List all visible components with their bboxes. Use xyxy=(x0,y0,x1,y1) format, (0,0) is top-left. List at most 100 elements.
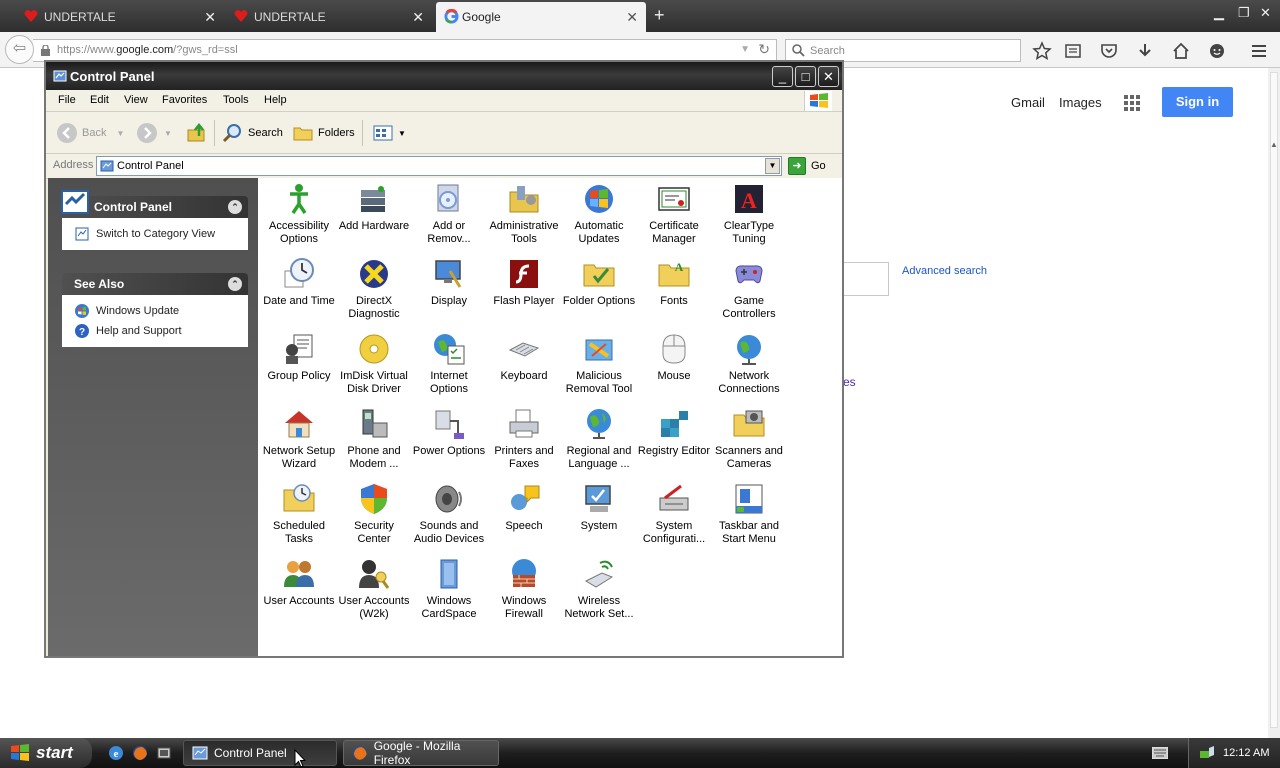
browser-tab[interactable]: UNDERTALE ✕ xyxy=(228,2,432,32)
item-security-center[interactable]: Security Center xyxy=(336,482,412,546)
item-certificate-manager[interactable]: Certificate Manager xyxy=(636,182,712,246)
go-button[interactable]: ➜ Go xyxy=(788,157,826,175)
browser-tab[interactable]: UNDERTALE ✕ xyxy=(18,2,224,32)
google-search-box[interactable] xyxy=(838,262,889,296)
menu-help[interactable]: Help xyxy=(264,94,287,106)
item-sounds-and-audio-devices[interactable]: Sounds and Audio Devices xyxy=(411,482,487,546)
item-imdisk-virtual-disk-driver[interactable]: ImDisk Virtual Disk Driver xyxy=(336,332,412,396)
restore-icon[interactable]: ❐ xyxy=(1238,5,1250,21)
firefox-icon[interactable] xyxy=(132,745,148,761)
taskbar-button-control-panel[interactable]: Control Panel xyxy=(183,740,337,766)
item-user-accounts-w2k[interactable]: User Accounts (W2k) xyxy=(336,557,412,621)
back-nav-button[interactable]: Back ▼ xyxy=(56,121,124,145)
item-windows-cardspace[interactable]: Windows CardSpace xyxy=(411,557,487,621)
close-button[interactable]: ✕ xyxy=(818,66,839,87)
views-button[interactable]: ▼ xyxy=(372,121,406,145)
keyboard-layout-icon[interactable] xyxy=(1152,747,1168,759)
taskbar-button-firefox[interactable]: Google - Mozilla Firefox xyxy=(343,739,499,767)
menu-icon[interactable] xyxy=(1249,41,1269,61)
see-also-header[interactable]: See Also ⌃ xyxy=(62,273,248,295)
item-wireless-network-setup[interactable]: Wireless Network Set... xyxy=(561,557,637,621)
windows-update-link[interactable]: Windows Update xyxy=(74,301,248,321)
download-icon[interactable] xyxy=(1135,41,1155,61)
item-directx-diagnostic[interactable]: DirectX Diagnostic xyxy=(336,257,412,321)
menu-favorites[interactable]: Favorites xyxy=(162,94,207,106)
ie-icon[interactable]: e xyxy=(108,745,124,761)
item-keyboard[interactable]: Keyboard xyxy=(486,332,562,383)
collapse-icon[interactable]: ⌃ xyxy=(228,200,242,214)
images-link[interactable]: Images xyxy=(1059,95,1102,110)
close-icon[interactable]: ✕ xyxy=(412,9,424,26)
item-automatic-updates[interactable]: Automatic Updates xyxy=(561,182,637,246)
item-game-controllers[interactable]: Game Controllers xyxy=(711,257,787,321)
item-scheduled-tasks[interactable]: Scheduled Tasks xyxy=(261,482,337,546)
hello-icon[interactable] xyxy=(1207,41,1227,61)
item-folder-options[interactable]: Folder Options xyxy=(561,257,637,308)
item-cleartype-tuning[interactable]: A ClearType Tuning xyxy=(711,182,787,246)
dropdown-icon[interactable]: ▼ xyxy=(740,44,750,55)
sign-in-button[interactable]: Sign in xyxy=(1162,87,1233,117)
up-folder-button[interactable] xyxy=(186,121,212,145)
close-icon[interactable]: ✕ xyxy=(204,9,216,26)
item-power-options[interactable]: Power Options xyxy=(411,407,487,458)
back-button[interactable]: ⇦ xyxy=(5,35,34,64)
item-registry-editor[interactable]: Registry Editor xyxy=(636,407,712,458)
start-button[interactable]: start xyxy=(0,738,92,768)
menu-tools[interactable]: Tools xyxy=(223,94,249,106)
item-system-configuration[interactable]: System Configurati... xyxy=(636,482,712,546)
forward-nav-button[interactable]: ▼ xyxy=(136,121,172,145)
url-bar[interactable]: https://www.google.com/?gws_rd=ssl ▼ ↻ xyxy=(33,39,777,62)
item-group-policy[interactable]: Group Policy xyxy=(261,332,337,383)
search-input[interactable]: Search xyxy=(785,39,1021,62)
item-accessibility-options[interactable]: Accessibility Options xyxy=(261,182,337,246)
item-taskbar-and-start-menu[interactable]: Taskbar and Start Menu xyxy=(711,482,787,546)
help-support-link[interactable]: ? Help and Support xyxy=(74,321,248,341)
item-network-setup-wizard[interactable]: Network Setup Wizard xyxy=(261,407,337,471)
item-regional-and-language[interactable]: Regional and Language ... xyxy=(561,407,637,471)
address-dropdown-icon[interactable]: ▼ xyxy=(765,158,780,174)
menu-view[interactable]: View xyxy=(124,94,148,106)
item-scanners-and-cameras[interactable]: Scanners and Cameras xyxy=(711,407,787,471)
bookmark-star-icon[interactable] xyxy=(1032,41,1052,61)
reading-list-icon[interactable] xyxy=(1063,41,1083,61)
pocket-icon[interactable] xyxy=(1099,41,1119,61)
item-flash-player[interactable]: Flash Player xyxy=(486,257,562,308)
menu-edit[interactable]: Edit xyxy=(90,94,109,106)
item-windows-firewall[interactable]: Windows Firewall xyxy=(486,557,562,621)
item-phone-and-modem[interactable]: Phone and Modem ... xyxy=(336,407,412,471)
back-dropdown-icon[interactable]: ▼ xyxy=(116,129,124,138)
page-scrollbar[interactable]: ▲ xyxy=(1268,68,1280,738)
collapse-icon[interactable]: ⌃ xyxy=(228,277,242,291)
folders-button[interactable]: Folders xyxy=(292,121,355,145)
item-administrative-tools[interactable]: Administrative Tools xyxy=(486,182,562,246)
item-add-hardware[interactable]: Add Hardware xyxy=(336,182,412,233)
item-add-remove-programs[interactable]: Add or Remov... xyxy=(411,182,487,246)
minimize-icon[interactable]: ▁ xyxy=(1214,5,1224,21)
close-icon[interactable]: ✕ xyxy=(626,9,638,26)
window-title-bar[interactable]: Control Panel _ □ ✕ xyxy=(46,62,842,90)
item-network-connections[interactable]: Network Connections xyxy=(711,332,787,396)
new-tab-icon[interactable]: + xyxy=(654,5,665,26)
maximize-button[interactable]: □ xyxy=(795,66,816,87)
apps-grid-icon[interactable] xyxy=(1124,95,1140,111)
close-window-icon[interactable]: ✕ xyxy=(1260,5,1271,21)
search-button[interactable]: Search xyxy=(222,121,283,145)
scrollbar-thumb[interactable] xyxy=(1270,72,1278,728)
views-dropdown-icon[interactable]: ▼ xyxy=(398,129,406,138)
scroll-up-icon[interactable]: ▲ xyxy=(1270,140,1278,149)
item-fonts[interactable]: A Fonts xyxy=(636,257,712,308)
item-mouse[interactable]: Mouse xyxy=(636,332,712,383)
network-tray-icon[interactable] xyxy=(1199,745,1215,761)
partial-link-text[interactable]: es xyxy=(843,375,856,389)
gmail-link[interactable]: Gmail xyxy=(1011,95,1045,110)
item-display[interactable]: Display xyxy=(411,257,487,308)
reload-icon[interactable]: ↻ xyxy=(758,41,770,58)
home-icon[interactable] xyxy=(1171,41,1191,61)
switch-view-link[interactable]: Switch to Category View xyxy=(74,224,248,244)
media-player-icon[interactable] xyxy=(156,745,172,761)
item-system[interactable]: System xyxy=(561,482,637,533)
forward-dropdown-icon[interactable]: ▼ xyxy=(164,129,172,138)
address-input[interactable]: Control Panel ▼ xyxy=(96,156,782,176)
item-internet-options[interactable]: Internet Options xyxy=(411,332,487,396)
item-user-accounts[interactable]: User Accounts xyxy=(261,557,337,608)
